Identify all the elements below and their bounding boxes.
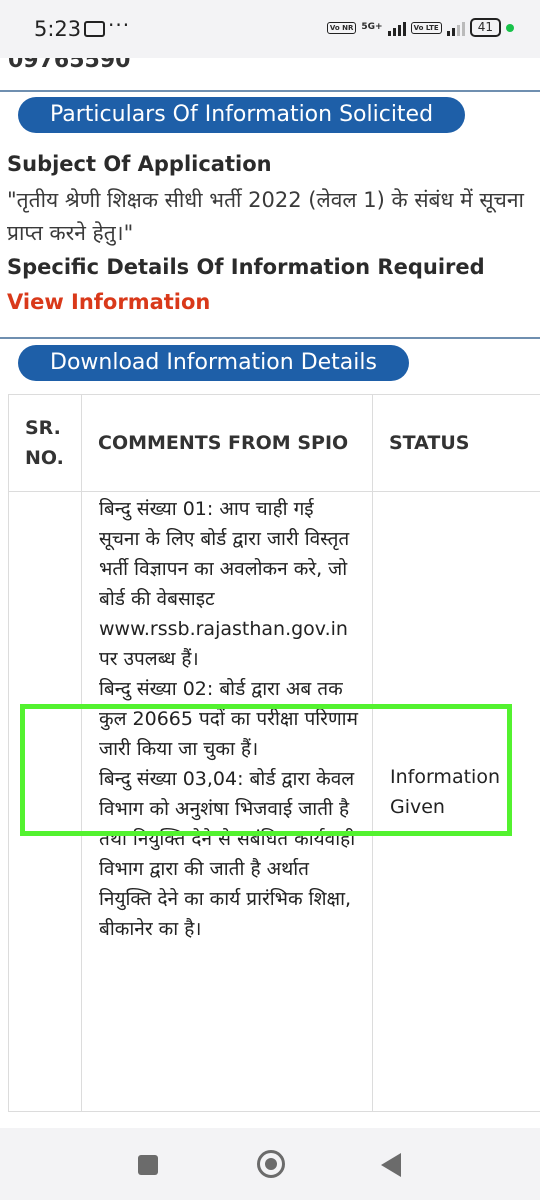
section-divider: [0, 337, 540, 339]
vonr-icon: Vo NR: [326, 21, 357, 34]
status-bar: 5:23 ··· Vo NR 5G+ Vo LTE 41: [0, 0, 540, 58]
table-header-row: SR. NO. COMMENTS FROM SPIO STATUS: [8, 394, 540, 492]
download-header: Download Information Details: [18, 345, 409, 381]
more-notifications-icon: ···: [108, 13, 131, 37]
signal-icon-2: [446, 20, 465, 36]
privacy-indicator-icon: [506, 23, 514, 32]
back-icon[interactable]: [381, 1153, 401, 1177]
information-table: SR. NO. COMMENTS FROM SPIO STATUS बिन्दु…: [8, 394, 540, 1112]
comment-point-2: बिन्दु संख्या 02: बोर्ड द्वारा अब तक कुल…: [99, 678, 358, 760]
page-content[interactable]: 09765590 Particulars Of Information Soli…: [0, 58, 540, 1128]
cutoff-text: 09765590: [8, 58, 131, 73]
home-icon[interactable]: [257, 1150, 285, 1178]
battery-icon: 41: [469, 18, 501, 37]
volte-icon: Vo LTE: [410, 21, 442, 34]
column-header-status: STATUS: [372, 394, 540, 492]
comments-cell: बिन्दु संख्या 01: आप चाही गई सूचना के लि…: [81, 491, 373, 1112]
particulars-header: Particulars Of Information Solicited: [18, 97, 466, 133]
subject-label: Subject Of Application: [7, 152, 272, 176]
navigation-bar: [0, 1128, 540, 1200]
status-icons: Vo NR 5G+ Vo LTE 41: [326, 18, 514, 37]
clock: 5:23: [34, 17, 82, 41]
signal-icon: [387, 20, 406, 36]
comment-point-1: बिन्दु संख्या 01: आप चाही गई सूचना के लि…: [99, 498, 350, 670]
comment-point-3: बिन्दु संख्या 03,04: बोर्ड द्वारा केवल व…: [99, 768, 356, 940]
network-type: 5G+: [361, 22, 383, 32]
details-label: Specific Details Of Information Required: [7, 255, 485, 279]
column-header-comments: COMMENTS FROM SPIO: [81, 394, 373, 492]
recent-apps-icon[interactable]: [138, 1155, 158, 1175]
subject-text: "तृतीय श्रेणी शिक्षक सीधी भर्ती 2022 (ले…: [7, 188, 524, 245]
sr-no-cell: [8, 491, 82, 1112]
voicemail-icon: [84, 21, 105, 37]
section-divider: [0, 90, 540, 92]
column-header-sr-no: SR. NO.: [8, 394, 82, 492]
table-row: बिन्दु संख्या 01: आप चाही गई सूचना के लि…: [8, 491, 540, 1112]
view-information-link[interactable]: View Information: [7, 290, 210, 314]
status-cell: Information Given: [372, 491, 540, 1112]
